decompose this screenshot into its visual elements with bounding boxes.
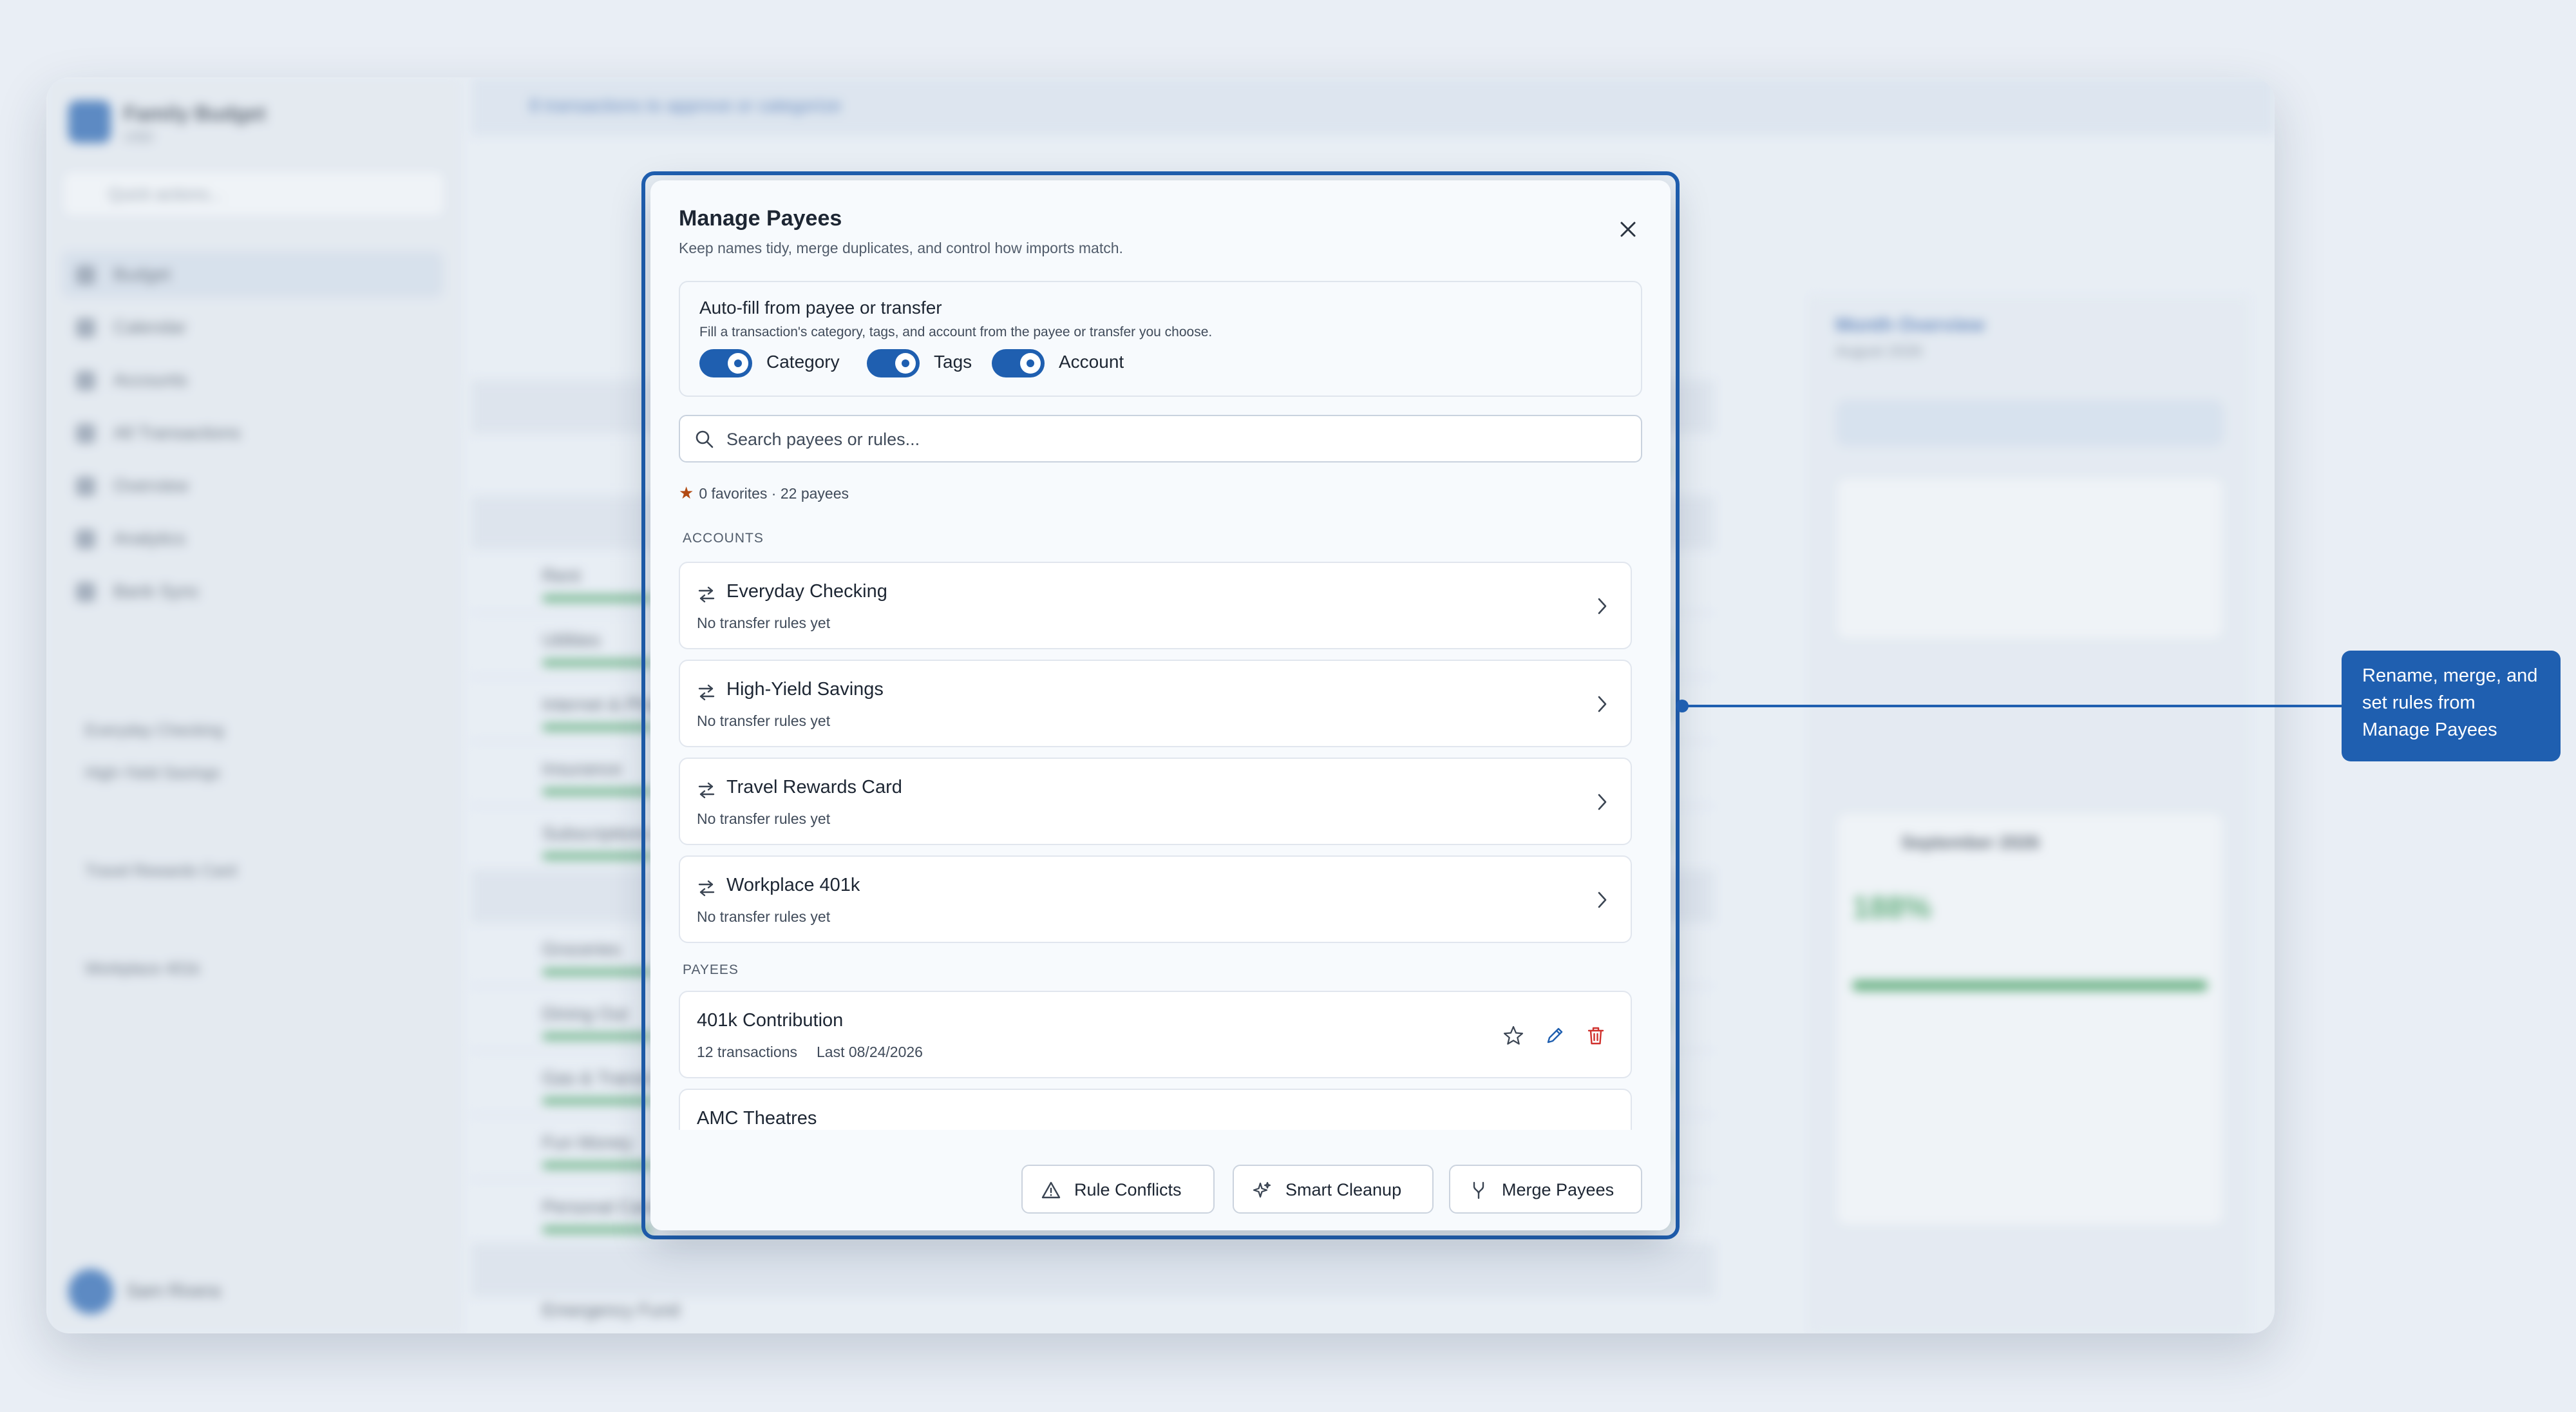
edit-button[interactable]: [1543, 1024, 1566, 1047]
edit-icon: [1547, 1027, 1563, 1044]
merge-payees-button[interactable]: Merge Payees: [1449, 1165, 1642, 1214]
account-meta: No transfer rules yet: [697, 712, 831, 729]
payee-row[interactable]: 401k Contribution 12 transactions Last 08…: [679, 991, 1632, 1078]
favorite-button[interactable]: [1502, 1024, 1525, 1047]
payees-heading: PAYEES: [683, 962, 739, 977]
transfer-icon: [698, 586, 715, 603]
account-name: Everyday Checking: [726, 581, 887, 602]
manage-payees-dialog: Manage Payees Keep names tidy, merge dup…: [650, 180, 1671, 1230]
search-input[interactable]: [725, 423, 1616, 456]
chevron-right-icon: [1598, 794, 1607, 810]
callout-tooltip: Rename, merge, and set rules from Manage…: [2342, 651, 2561, 761]
chevron-right-icon: [1598, 598, 1607, 615]
merge-payees-label: Merge Payees: [1502, 1180, 1615, 1199]
delete-icon: [1587, 1027, 1604, 1045]
account-name: Workplace 401k: [726, 875, 860, 895]
account-row[interactable]: High-Yield Savings No transfer rules yet: [679, 660, 1632, 747]
account-row[interactable]: Travel Rewards Card No transfer rules ye…: [679, 758, 1632, 845]
payee-meta: 12 transactions Last 08/24/2026: [697, 1044, 923, 1061]
chevron-right-icon: [1598, 892, 1607, 908]
transfer-icon: [698, 880, 715, 897]
stats-text: 0 favorites · 22 payees: [699, 485, 849, 502]
close-icon: [1620, 222, 1636, 237]
search-icon: [696, 430, 714, 448]
warning-icon: [1041, 1181, 1061, 1199]
account-row[interactable]: Workplace 401k No transfer rules yet: [679, 855, 1632, 943]
account-toggle[interactable]: [992, 349, 1045, 377]
delete-button[interactable]: [1584, 1024, 1607, 1047]
payee-stats: ★ 0 favorites · 22 payees: [679, 483, 849, 503]
star-icon: [1503, 1026, 1524, 1045]
category-toggle[interactable]: [699, 349, 752, 377]
transfer-icon: [698, 684, 715, 701]
star-icon: ★: [679, 483, 694, 502]
account-meta: No transfer rules yet: [697, 908, 831, 925]
chevron-right-icon: [1598, 696, 1607, 712]
rule-conflicts-label: Rule Conflicts: [1074, 1180, 1182, 1199]
smart-cleanup-button[interactable]: Smart Cleanup: [1233, 1165, 1434, 1214]
callout-connector: [1681, 705, 2342, 707]
account-name: High-Yield Savings: [726, 679, 884, 700]
accounts-heading: ACCOUNTS: [683, 531, 764, 546]
dialog-title: Manage Payees: [679, 206, 842, 231]
payee-last-date: Last 08/24/2026: [816, 1044, 923, 1060]
payee-name: 401k Contribution: [697, 1010, 844, 1031]
callout-anchor-dot: [1676, 700, 1689, 712]
close-button[interactable]: [1610, 211, 1646, 247]
tags-toggle-label: Tags: [934, 352, 972, 372]
autofill-settings: Auto-fill from payee or transfer Fill a …: [679, 281, 1642, 397]
sparkle-icon: [1253, 1181, 1271, 1198]
account-toggle-label: Account: [1059, 352, 1124, 372]
category-toggle-label: Category: [766, 352, 840, 372]
rule-conflicts-button[interactable]: Rule Conflicts: [1021, 1165, 1215, 1214]
payee-search: [679, 415, 1642, 463]
dialog-subtitle: Keep names tidy, merge duplicates, and c…: [679, 240, 1123, 256]
autofill-title: Auto-fill from payee or transfer: [699, 298, 942, 318]
account-meta: No transfer rules yet: [697, 615, 831, 631]
autofill-description: Fill a transaction's category, tags, and…: [699, 325, 1213, 339]
account-meta: No transfer rules yet: [697, 810, 831, 827]
account-name: Travel Rewards Card: [726, 777, 902, 797]
payee-name: AMC Theatres: [697, 1108, 817, 1129]
payee-transaction-count: 12 transactions: [697, 1044, 797, 1060]
tags-toggle[interactable]: [867, 349, 920, 377]
smart-cleanup-label: Smart Cleanup: [1285, 1180, 1402, 1199]
merge-icon: [1473, 1181, 1484, 1199]
transfer-icon: [698, 782, 715, 799]
account-row[interactable]: Everyday Checking No transfer rules yet: [679, 562, 1632, 649]
